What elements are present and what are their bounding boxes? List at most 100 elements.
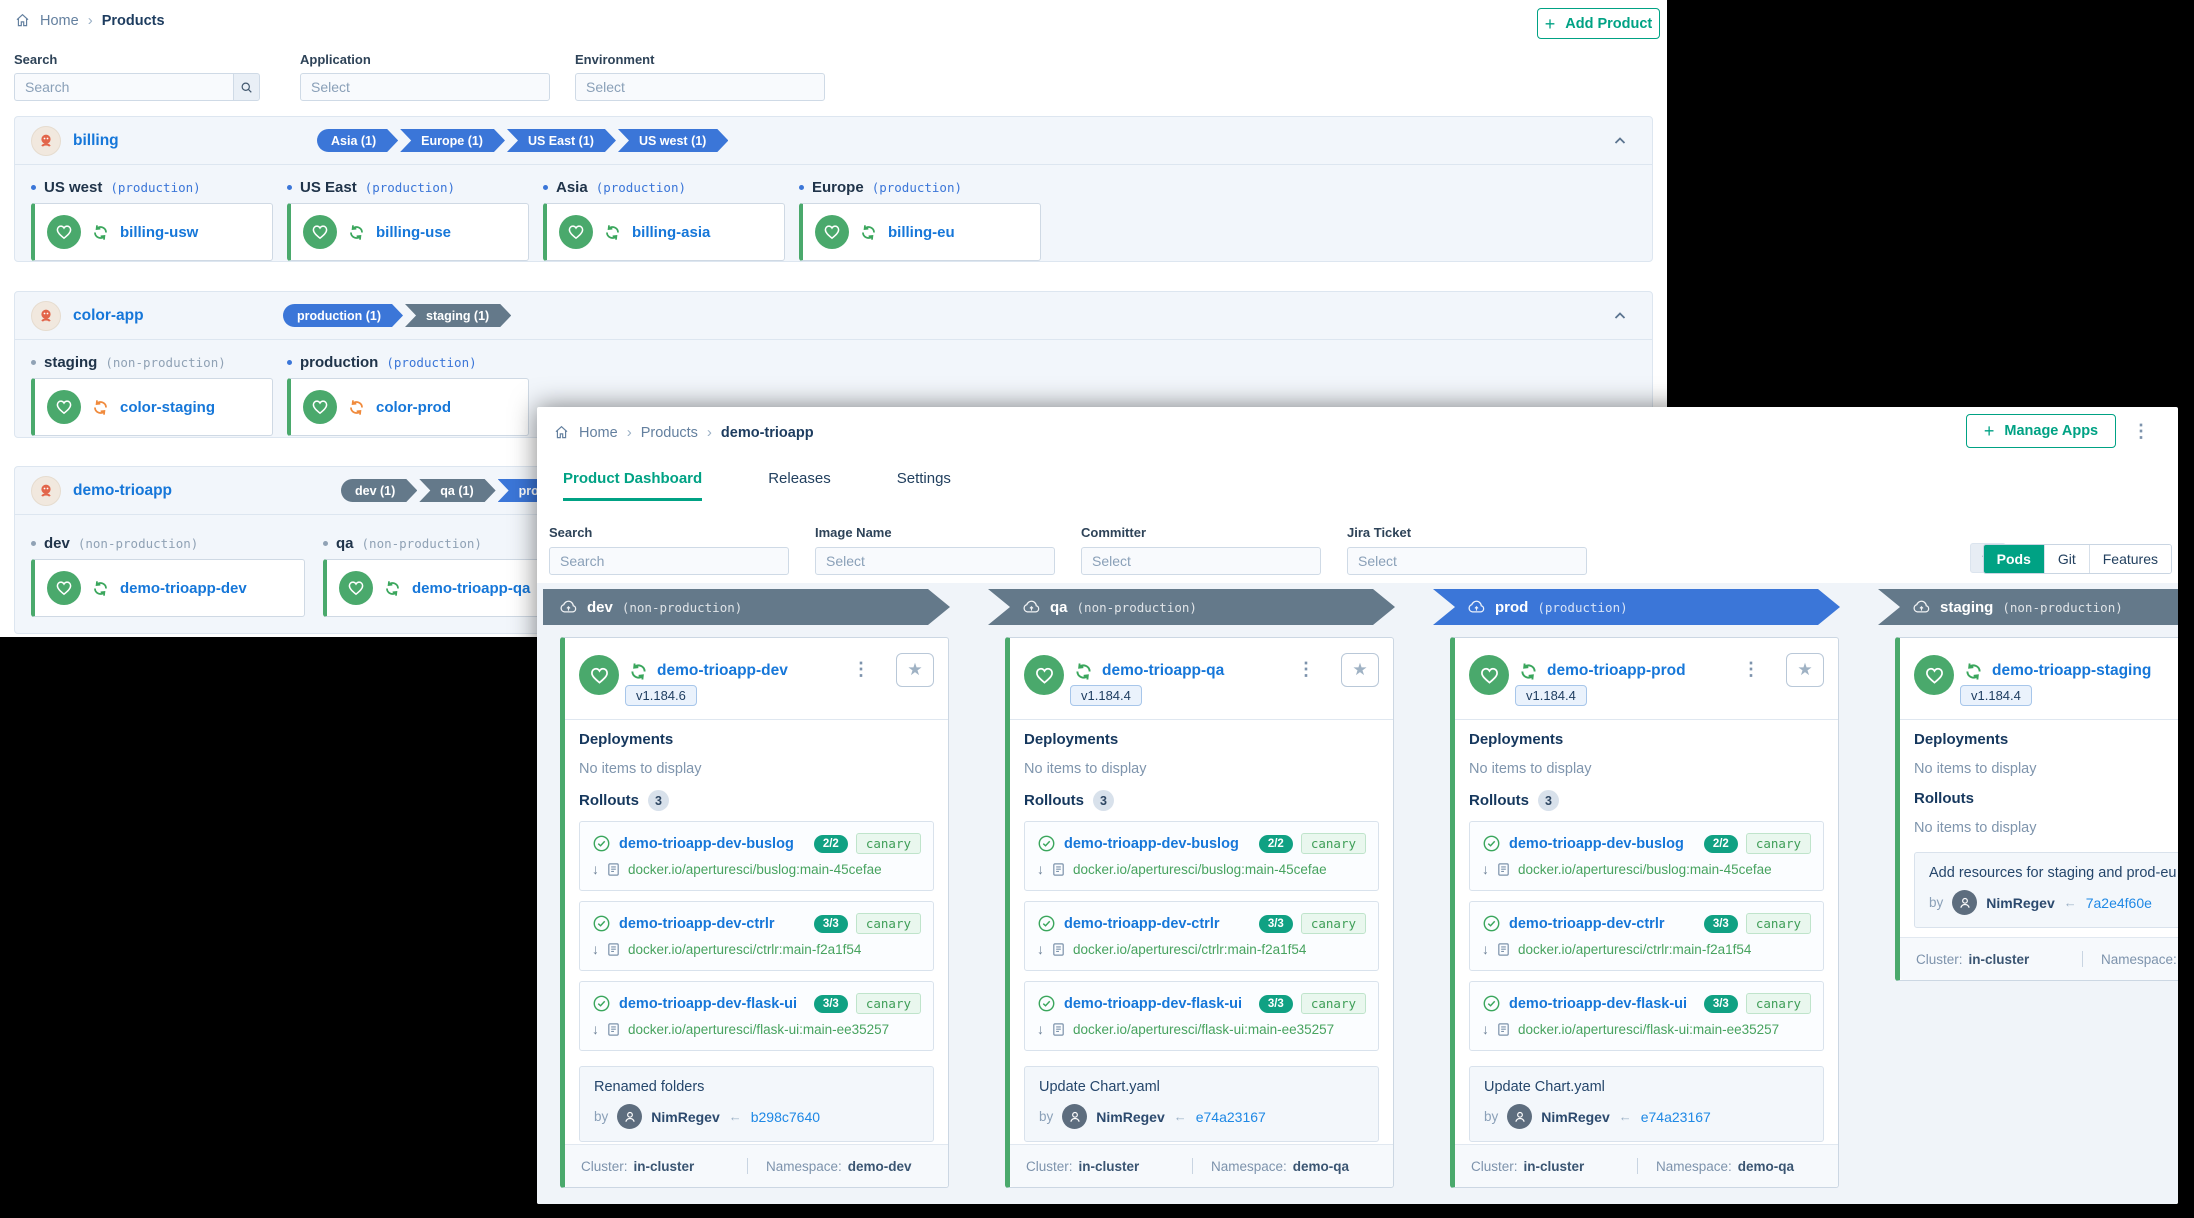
image-tag[interactable]: docker.io/aperturesci/ctrlr:main-f2a1f54 — [1073, 942, 1306, 957]
rollout-link[interactable]: demo-trioapp-dev-ctrlr — [1509, 916, 1665, 932]
rollout-row[interactable]: demo-trioapp-dev-flask-ui 3/3 canary ↓ d… — [579, 981, 934, 1051]
committer-select[interactable] — [1081, 547, 1321, 575]
app-link[interactable]: color-prod — [376, 399, 451, 416]
commit-hash-link[interactable]: e74a23167 — [1196, 1109, 1266, 1125]
tab-settings[interactable]: Settings — [897, 470, 951, 501]
version-chip[interactable]: v1.184.6 — [625, 685, 697, 706]
version-chip[interactable]: v1.184.4 — [1515, 685, 1587, 706]
view-toggle-features[interactable]: Features — [2089, 545, 2171, 573]
breadcrumb-products[interactable]: Products — [641, 425, 698, 441]
home-icon — [14, 12, 31, 29]
window-kebab-menu-icon[interactable]: ⋮ — [2132, 422, 2150, 440]
breadcrumb-home[interactable]: Home — [579, 425, 618, 441]
tab-releases[interactable]: Releases — [768, 470, 831, 501]
card-star-button[interactable]: ★ — [896, 653, 934, 687]
app-link[interactable]: demo-trioapp-dev — [120, 580, 247, 597]
app-card[interactable]: billing-usw — [31, 203, 273, 261]
app-link[interactable]: demo-trioapp-dev — [657, 662, 788, 680]
flow-badge[interactable]: Asia (1) — [317, 129, 398, 152]
flow-badge[interactable]: qa (1) — [419, 479, 495, 502]
environment-select[interactable] — [575, 73, 825, 101]
rollout-row[interactable]: demo-trioapp-dev-flask-ui 3/3 canary ↓ d… — [1024, 981, 1379, 1051]
env-name: Europe — [812, 179, 864, 196]
product-avatar — [31, 301, 61, 331]
rollout-row[interactable]: demo-trioapp-dev-buslog 2/2 canary ↓ doc… — [579, 821, 934, 891]
app-link[interactable]: color-staging — [120, 399, 215, 416]
rollout-row[interactable]: demo-trioapp-dev-flask-ui 3/3 canary ↓ d… — [1469, 981, 1824, 1051]
flow-badge[interactable]: Europe (1) — [400, 129, 505, 152]
app-link[interactable]: demo-trioapp-prod — [1547, 662, 1686, 680]
rollout-link[interactable]: demo-trioapp-dev-flask-ui — [1509, 996, 1687, 1012]
rollout-row[interactable]: demo-trioapp-dev-ctrlr 3/3 canary ↓ dock… — [1024, 901, 1379, 971]
rollout-row[interactable]: demo-trioapp-dev-buslog 2/2 canary ↓ doc… — [1024, 821, 1379, 891]
search-input[interactable] — [14, 73, 233, 101]
search-icon[interactable] — [233, 73, 260, 101]
app-link[interactable]: billing-eu — [888, 224, 955, 241]
rollout-row[interactable]: demo-trioapp-dev-buslog 2/2 canary ↓ doc… — [1469, 821, 1824, 891]
commit-hash-link[interactable]: 7a2e4f60e — [2086, 895, 2152, 911]
env-name: US East — [300, 179, 357, 196]
view-toggle-pods[interactable]: Pods — [1984, 545, 2044, 573]
version-chip[interactable]: v1.184.4 — [1960, 685, 2032, 706]
card-kebab-menu-icon[interactable]: ⋮ — [852, 660, 870, 678]
jira-ticket-select[interactable] — [1347, 547, 1587, 575]
rollout-link[interactable]: demo-trioapp-dev-flask-ui — [619, 996, 797, 1012]
image-tag[interactable]: docker.io/aperturesci/flask-ui:main-ee35… — [1518, 1022, 1779, 1037]
app-card[interactable]: color-prod — [287, 378, 529, 436]
image-name-select[interactable] — [815, 547, 1055, 575]
search-input[interactable] — [549, 547, 789, 575]
image-tag[interactable]: docker.io/aperturesci/ctrlr:main-f2a1f54 — [628, 942, 861, 957]
app-card[interactable]: color-staging — [31, 378, 273, 436]
collapse-chevron-up-icon[interactable] — [1612, 133, 1628, 149]
product-link-demo-trioapp[interactable]: demo-trioapp — [73, 482, 172, 500]
app-link[interactable]: billing-usw — [120, 224, 198, 241]
view-toggle-git[interactable]: Git — [2044, 545, 2089, 573]
rollout-link[interactable]: demo-trioapp-dev-ctrlr — [1064, 916, 1220, 932]
tab-product-dashboard[interactable]: Product Dashboard — [563, 470, 702, 501]
app-link[interactable]: billing-asia — [632, 224, 710, 241]
rollout-row[interactable]: demo-trioapp-dev-ctrlr 3/3 canary ↓ dock… — [1469, 901, 1824, 971]
rollout-row[interactable]: demo-trioapp-dev-ctrlr 3/3 canary ↓ dock… — [579, 901, 934, 971]
version-chip[interactable]: v1.184.4 — [1070, 685, 1142, 706]
flow-badge[interactable]: production (1) — [283, 304, 403, 327]
manage-apps-button[interactable]: + Manage Apps — [1966, 414, 2116, 448]
product-link-billing[interactable]: billing — [73, 132, 119, 150]
image-tag[interactable]: docker.io/aperturesci/flask-ui:main-ee35… — [628, 1022, 889, 1037]
app-card[interactable]: billing-eu — [799, 203, 1041, 261]
app-link[interactable]: demo-trioapp-qa — [1102, 662, 1224, 680]
rollout-link[interactable]: demo-trioapp-dev-buslog — [619, 836, 794, 852]
app-link[interactable]: demo-trioapp-staging — [1992, 662, 2151, 680]
commit-box: Add resources for staging and prod-eu ap… — [1914, 852, 2178, 928]
image-tag[interactable]: docker.io/aperturesci/buslog:main-45cefa… — [628, 862, 882, 877]
rollout-link[interactable]: demo-trioapp-dev-buslog — [1509, 836, 1684, 852]
rollout-link[interactable]: demo-trioapp-dev-ctrlr — [619, 916, 775, 932]
commit-hash-link[interactable]: e74a23167 — [1641, 1109, 1711, 1125]
app-card[interactable]: billing-use — [287, 203, 529, 261]
flow-badge[interactable]: dev (1) — [341, 479, 417, 502]
app-link[interactable]: demo-trioapp-qa — [412, 580, 530, 597]
breadcrumb-home[interactable]: Home — [40, 13, 79, 29]
collapse-chevron-up-icon[interactable] — [1612, 308, 1628, 324]
add-product-button[interactable]: + Add Product — [1537, 8, 1660, 39]
image-tag[interactable]: docker.io/aperturesci/flask-ui:main-ee35… — [1073, 1022, 1334, 1037]
image-tag[interactable]: docker.io/aperturesci/buslog:main-45cefa… — [1073, 862, 1327, 877]
manifest-icon — [1051, 1022, 1066, 1037]
card-kebab-menu-icon[interactable]: ⋮ — [1742, 660, 1760, 678]
card-star-button[interactable]: ★ — [1786, 653, 1824, 687]
product-link-color-app[interactable]: color-app — [73, 307, 144, 325]
card-star-button[interactable]: ★ — [1341, 653, 1379, 687]
app-card[interactable]: billing-asia — [543, 203, 785, 261]
image-tag[interactable]: docker.io/aperturesci/ctrlr:main-f2a1f54 — [1518, 942, 1751, 957]
rollout-link[interactable]: demo-trioapp-dev-buslog — [1064, 836, 1239, 852]
flow-badge[interactable]: staging (1) — [405, 304, 511, 327]
flow-badge[interactable]: US East (1) — [507, 129, 616, 152]
flow-badge[interactable]: US west (1) — [618, 129, 728, 152]
card-kebab-menu-icon[interactable]: ⋮ — [1297, 660, 1315, 678]
env-name: dev — [44, 535, 70, 552]
rollout-link[interactable]: demo-trioapp-dev-flask-ui — [1064, 996, 1242, 1012]
application-select[interactable] — [300, 73, 550, 101]
app-card[interactable]: demo-trioapp-dev — [31, 559, 305, 617]
image-tag[interactable]: docker.io/aperturesci/buslog:main-45cefa… — [1518, 862, 1772, 877]
app-link[interactable]: billing-use — [376, 224, 451, 241]
commit-hash-link[interactable]: b298c7640 — [751, 1109, 820, 1125]
